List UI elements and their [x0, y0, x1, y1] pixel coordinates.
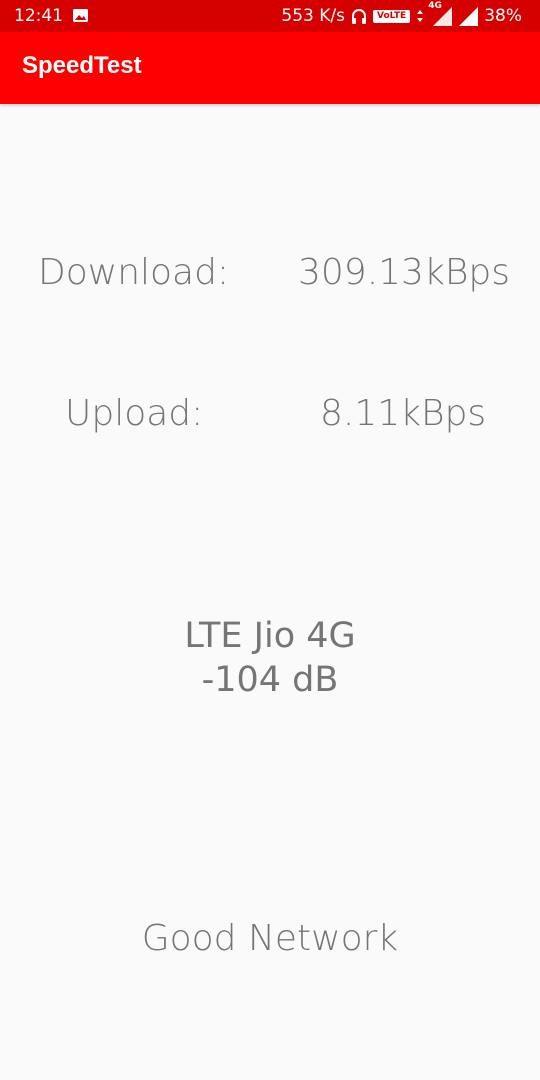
status-icons: 553 K/s VoLTE 4G 38% — [281, 1, 522, 26]
network-speed-text: 553 K/s — [281, 6, 345, 26]
upload-value: 8.11kBps — [320, 393, 487, 434]
gallery-notification-icon — [73, 9, 88, 22]
app-title: SpeedTest — [22, 52, 142, 79]
data-arrows-icon — [416, 9, 424, 23]
download-value: 309.13kBps — [298, 252, 510, 293]
network-name: LTE Jio 4G — [184, 616, 356, 656]
volte-badge: VoLTE — [373, 9, 411, 23]
network-info: LTE Jio 4G -104 dB — [0, 614, 540, 702]
signal-4g-icon: 4G — [428, 1, 453, 26]
upload-label: Upload: — [65, 393, 204, 434]
network-quality: Good Network — [141, 918, 399, 959]
signal-strength: -104 dB — [201, 660, 339, 700]
signal-strength-icon — [458, 6, 479, 26]
battery-text: 38% — [484, 6, 522, 26]
status-time: 12:41 — [14, 6, 63, 26]
app-bar: SpeedTest — [0, 32, 540, 104]
download-label: Download: — [38, 252, 230, 293]
network-type-label: 4G — [428, 1, 442, 11]
status-bar: 12:41 553 K/s VoLTE 4G 38% — [0, 0, 540, 32]
headphones-icon — [351, 8, 367, 25]
